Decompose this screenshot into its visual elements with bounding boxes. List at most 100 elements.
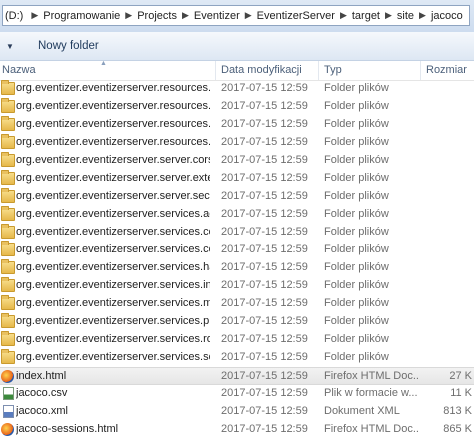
- command-bar: ▼ Nowy folder: [0, 32, 474, 61]
- breadcrumb-item-eventizer[interactable]: ▶ Eventizer: [177, 10, 240, 22]
- column-header-name[interactable]: Nazwa: [0, 61, 216, 80]
- file-type: Folder plików: [324, 279, 389, 292]
- file-date-modified: 2017-07-15 12:59: [221, 99, 308, 112]
- organize-dropdown-icon[interactable]: ▼: [2, 42, 18, 51]
- column-header-size[interactable]: Rozmiar: [421, 61, 474, 80]
- file-row[interactable]: org.eventizer.eventizerserver.resources.…: [0, 133, 474, 152]
- file-type: Folder plików: [324, 297, 389, 310]
- column-header: ▲ Nazwa Data modyfikacji Typ Rozmiar: [0, 60, 474, 81]
- breadcrumb-item-jacoco[interactable]: ▶ jacoco: [414, 10, 463, 22]
- folder-icon: [1, 133, 15, 149]
- breadcrumb-item-site[interactable]: ▶ site: [380, 10, 414, 22]
- file-row[interactable]: org.eventizer.eventizerserver.services.m…: [0, 295, 474, 313]
- file-name: org.eventizer.eventizerserver.services.p…: [16, 315, 210, 328]
- file-row[interactable]: org.eventizer.eventizerserver.services.p…: [0, 313, 474, 331]
- file-type: Folder plików: [324, 153, 389, 166]
- chevron-right-icon[interactable]: ▶: [240, 10, 257, 21]
- file-row[interactable]: org.eventizer.eventizerserver.server.cor…: [0, 151, 474, 170]
- file-name: org.eventizer.eventizerserver.resources.…: [16, 117, 210, 130]
- file-type: Folder plików: [324, 99, 389, 112]
- chevron-right-icon[interactable]: ▶: [26, 10, 43, 21]
- file-row[interactable]: jacoco.xml 2017-07-15 12:59 Dokument XML 81…: [0, 403, 474, 421]
- file-row[interactable]: index.html 2017-07-15 12:59 Firefox HTML D…: [0, 367, 474, 385]
- file-type: Folder plików: [324, 117, 389, 130]
- file-date-modified: 2017-07-15 12:59: [221, 82, 308, 94]
- breadcrumb-item-programowanie[interactable]: ▶ Programowanie: [26, 10, 120, 22]
- folder-icon: [1, 97, 15, 113]
- file-type: Firefox HTML Doc...: [324, 370, 420, 382]
- file-size: 11 K: [450, 386, 472, 399]
- file-type: Folder plików: [324, 315, 389, 328]
- file-type: Folder plików: [324, 225, 389, 238]
- file-row[interactable]: jacoco-sessions.html 2017-07-15 12:59 Fire…: [0, 421, 474, 439]
- file-date-modified: 2017-07-15 12:59: [221, 333, 308, 346]
- file-date-modified: 2017-07-15 12:59: [221, 279, 308, 292]
- folder-icon: [1, 151, 15, 167]
- file-row[interactable]: org.eventizer.eventizerserver.resources.…: [0, 80, 474, 98]
- file-name: org.eventizer.eventizerserver.services.a…: [16, 207, 210, 220]
- file-name: org.eventizer.eventizerserver.server.ext…: [16, 171, 210, 184]
- file-date-modified: 2017-07-15 12:59: [221, 315, 308, 328]
- breadcrumb-drive[interactable]: (D:): [3, 10, 26, 22]
- file-name: jacoco-sessions.html: [16, 422, 119, 435]
- folder-icon: [1, 277, 15, 293]
- breadcrumb-item-target[interactable]: ▶ target: [335, 10, 380, 22]
- file-date-modified: 2017-07-15 12:59: [221, 189, 308, 202]
- file-row[interactable]: org.eventizer.eventizerserver.server.sec…: [0, 187, 474, 206]
- file-name: org.eventizer.eventizerserver.server.sec…: [16, 189, 210, 202]
- new-folder-button[interactable]: Nowy folder: [34, 37, 103, 55]
- file-row[interactable]: org.eventizer.eventizerserver.server.ext…: [0, 169, 474, 188]
- file-date-modified: 2017-07-15 12:59: [221, 153, 308, 166]
- firefox-html-icon: [1, 370, 14, 383]
- file-size: 865 K: [443, 422, 472, 435]
- chevron-right-icon[interactable]: ▶: [335, 10, 352, 21]
- file-size: 27 K: [449, 370, 472, 382]
- firefox-html-icon: [1, 422, 14, 436]
- file-row[interactable]: org.eventizer.eventizerserver.services.s…: [0, 349, 474, 367]
- folder-icon: [1, 349, 15, 365]
- file-type: Folder plików: [324, 261, 389, 274]
- file-type: Folder plików: [324, 135, 389, 148]
- file-date-modified: 2017-07-15 12:59: [221, 171, 308, 184]
- file-row[interactable]: org.eventizer.eventizerserver.services.c…: [0, 223, 474, 242]
- breadcrumb-item-eventizerserver[interactable]: ▶ EventizerServer: [240, 10, 335, 22]
- file-date-modified: 2017-07-15 12:59: [221, 225, 308, 238]
- chevron-right-icon[interactable]: ▶: [120, 10, 137, 21]
- file-type: Dokument XML: [324, 404, 400, 417]
- file-row[interactable]: org.eventizer.eventizerserver.services.r…: [0, 331, 474, 349]
- folder-icon: [1, 259, 15, 275]
- file-name: org.eventizer.eventizerserver.services.c…: [16, 243, 210, 256]
- file-row[interactable]: org.eventizer.eventizerserver.services.i…: [0, 277, 474, 295]
- column-header-type[interactable]: Typ: [319, 61, 421, 80]
- file-type: Folder plików: [324, 82, 389, 94]
- file-name: org.eventizer.eventizerserver.services.m…: [16, 297, 210, 310]
- file-date-modified: 2017-07-15 12:59: [221, 243, 308, 256]
- folder-icon: [1, 313, 15, 329]
- folder-icon: [1, 331, 15, 347]
- folder-icon: [1, 80, 15, 95]
- column-header-date[interactable]: Data modyfikacji: [216, 61, 319, 80]
- chevron-right-icon[interactable]: ▶: [177, 10, 194, 21]
- file-name: org.eventizer.eventizerserver.services.i…: [16, 279, 210, 292]
- file-row[interactable]: jacoco.csv 2017-07-15 12:59 Plik w formaci…: [0, 385, 474, 403]
- chevron-right-icon[interactable]: ▶: [380, 10, 397, 21]
- file-name: org.eventizer.eventizerserver.server.cor…: [16, 153, 210, 166]
- breadcrumb-item-projects[interactable]: ▶ Projects: [120, 10, 177, 22]
- file-name: index.html: [16, 370, 67, 382]
- folder-icon: [1, 169, 15, 185]
- file-row[interactable]: org.eventizer.eventizerserver.resources.…: [0, 115, 474, 134]
- file-row[interactable]: org.eventizer.eventizerserver.resources.…: [0, 97, 474, 116]
- file-row[interactable]: org.eventizer.eventizerserver.services.h…: [0, 259, 474, 277]
- folder-icon: [1, 205, 15, 221]
- chevron-right-icon[interactable]: ▶: [414, 10, 431, 21]
- file-date-modified: 2017-07-15 12:59: [221, 351, 308, 364]
- xml-file-icon: [3, 404, 14, 418]
- file-row[interactable]: org.eventizer.eventizerserver.services.c…: [0, 241, 474, 259]
- file-row[interactable]: org.eventizer.eventizerserver.services.a…: [0, 205, 474, 224]
- file-type: Folder plików: [324, 189, 389, 202]
- file-size: 813 K: [443, 404, 472, 417]
- file-name: org.eventizer.eventizerserver.resources.…: [16, 99, 210, 112]
- file-name: org.eventizer.eventizerserver.services.s…: [16, 351, 210, 364]
- file-type: Folder plików: [324, 333, 389, 346]
- breadcrumb[interactable]: (D:) ▶ Programowanie ▶ Projects ▶ Eventizer…: [2, 5, 470, 26]
